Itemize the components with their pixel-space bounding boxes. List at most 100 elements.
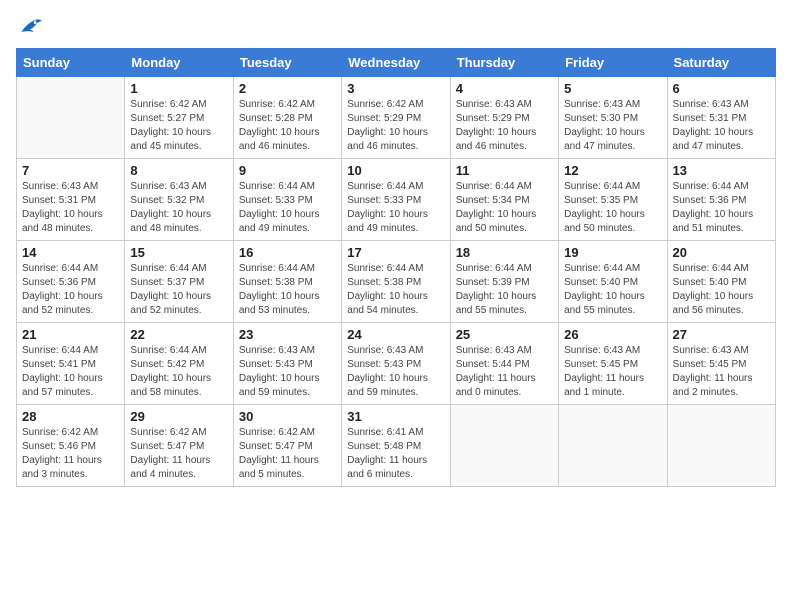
day-number: 9 (239, 163, 336, 178)
calendar-week-row: 7 Sunrise: 6:43 AM Sunset: 5:31 PM Daylig… (17, 159, 776, 241)
day-info: Sunrise: 6:44 AM Sunset: 5:39 PM Dayligh… (456, 262, 553, 318)
day-number: 7 (22, 163, 119, 178)
day-info: Sunrise: 6:41 AM Sunset: 5:48 PM Dayligh… (347, 426, 444, 482)
day-info: Sunrise: 6:42 AM Sunset: 5:28 PM Dayligh… (239, 98, 336, 154)
day-info: Sunrise: 6:44 AM Sunset: 5:34 PM Dayligh… (456, 180, 553, 236)
calendar-week-row: 21Sunrise: 6:44 AM Sunset: 5:41 PM Dayli… (17, 323, 776, 405)
calendar-table: SundayMondayTuesdayWednesdayThursdayFrid… (16, 48, 776, 487)
day-number: 3 (347, 81, 444, 96)
calendar-cell: 25 Sunrise: 6:43 AM Sunset: 5:44 PM Dayli… (450, 323, 558, 405)
page-header (16, 16, 776, 36)
day-info: Sunrise: 6:43 AM Sunset: 5:45 PM Dayligh… (673, 344, 770, 400)
day-number: 19 (564, 245, 661, 260)
logo (16, 16, 42, 36)
day-info: Sunrise: 6:43 AM Sunset: 5:31 PM Dayligh… (673, 98, 770, 154)
day-info: Sunrise: 6:44 AM Sunset: 5:42 PM Dayligh… (130, 344, 227, 400)
day-number: 30 (239, 409, 336, 424)
weekday-header-friday: Friday (559, 49, 667, 77)
day-number: 1 (130, 81, 227, 96)
day-number: 17 (347, 245, 444, 260)
calendar-cell: 28Sunrise: 6:42 AM Sunset: 5:46 PM Dayli… (17, 405, 125, 487)
day-info: Sunrise: 6:42 AM Sunset: 5:47 PM Dayligh… (239, 426, 336, 482)
day-number: 4 (456, 81, 553, 96)
day-number: 6 (673, 81, 770, 96)
calendar-week-row: 14 Sunrise: 6:44 AM Sunset: 5:36 PM Dayli… (17, 241, 776, 323)
day-info: Sunrise: 6:44 AM Sunset: 5:36 PM Dayligh… (22, 262, 119, 318)
day-info: Sunrise: 6:43 AM Sunset: 5:45 PM Dayligh… (564, 344, 661, 400)
calendar-cell: 8 Sunrise: 6:43 AM Sunset: 5:32 PM Daylig… (125, 159, 233, 241)
day-info: Sunrise: 6:44 AM Sunset: 5:33 PM Dayligh… (239, 180, 336, 236)
day-number: 24 (347, 327, 444, 342)
day-number: 16 (239, 245, 336, 260)
calendar-header-row: SundayMondayTuesdayWednesdayThursdayFrid… (17, 49, 776, 77)
day-number: 10 (347, 163, 444, 178)
calendar-cell: 12Sunrise: 6:44 AM Sunset: 5:35 PM Dayli… (559, 159, 667, 241)
calendar-cell: 4 Sunrise: 6:43 AM Sunset: 5:29 PM Daylig… (450, 77, 558, 159)
calendar-week-row: 1 Sunrise: 6:42 AM Sunset: 5:27 PM Daylig… (17, 77, 776, 159)
day-info: Sunrise: 6:44 AM Sunset: 5:40 PM Dayligh… (564, 262, 661, 318)
day-number: 14 (22, 245, 119, 260)
day-number: 11 (456, 163, 553, 178)
day-info: Sunrise: 6:42 AM Sunset: 5:27 PM Dayligh… (130, 98, 227, 154)
day-info: Sunrise: 6:44 AM Sunset: 5:36 PM Dayligh… (673, 180, 770, 236)
logo-bird-icon (18, 16, 42, 36)
calendar-cell: 2 Sunrise: 6:42 AM Sunset: 5:28 PM Daylig… (233, 77, 341, 159)
calendar-cell: 15 Sunrise: 6:44 AM Sunset: 5:37 PM Dayli… (125, 241, 233, 323)
day-info: Sunrise: 6:44 AM Sunset: 5:33 PM Dayligh… (347, 180, 444, 236)
day-info: Sunrise: 6:43 AM Sunset: 5:31 PM Dayligh… (22, 180, 119, 236)
day-number: 5 (564, 81, 661, 96)
day-number: 22 (130, 327, 227, 342)
calendar-cell (450, 405, 558, 487)
calendar-cell: 23 Sunrise: 6:43 AM Sunset: 5:43 PM Dayli… (233, 323, 341, 405)
weekday-header-monday: Monday (125, 49, 233, 77)
weekday-header-tuesday: Tuesday (233, 49, 341, 77)
calendar-cell: 31 Sunrise: 6:41 AM Sunset: 5:48 PM Dayli… (342, 405, 450, 487)
day-info: Sunrise: 6:43 AM Sunset: 5:44 PM Dayligh… (456, 344, 553, 400)
day-number: 23 (239, 327, 336, 342)
day-number: 26 (564, 327, 661, 342)
calendar-week-row: 28Sunrise: 6:42 AM Sunset: 5:46 PM Dayli… (17, 405, 776, 487)
calendar-cell: 6 Sunrise: 6:43 AM Sunset: 5:31 PM Daylig… (667, 77, 775, 159)
day-number: 29 (130, 409, 227, 424)
day-number: 8 (130, 163, 227, 178)
day-info: Sunrise: 6:44 AM Sunset: 5:41 PM Dayligh… (22, 344, 119, 400)
calendar-cell: 30 Sunrise: 6:42 AM Sunset: 5:47 PM Dayli… (233, 405, 341, 487)
calendar-cell: 16 Sunrise: 6:44 AM Sunset: 5:38 PM Dayli… (233, 241, 341, 323)
calendar-cell: 22 Sunrise: 6:44 AM Sunset: 5:42 PM Dayli… (125, 323, 233, 405)
calendar-cell: 1 Sunrise: 6:42 AM Sunset: 5:27 PM Daylig… (125, 77, 233, 159)
day-info: Sunrise: 6:43 AM Sunset: 5:30 PM Dayligh… (564, 98, 661, 154)
calendar-cell: 29 Sunrise: 6:42 AM Sunset: 5:47 PM Dayli… (125, 405, 233, 487)
day-info: Sunrise: 6:44 AM Sunset: 5:37 PM Dayligh… (130, 262, 227, 318)
calendar-cell: 9 Sunrise: 6:44 AM Sunset: 5:33 PM Daylig… (233, 159, 341, 241)
day-number: 27 (673, 327, 770, 342)
day-info: Sunrise: 6:44 AM Sunset: 5:38 PM Dayligh… (239, 262, 336, 318)
day-number: 2 (239, 81, 336, 96)
day-info: Sunrise: 6:43 AM Sunset: 5:43 PM Dayligh… (239, 344, 336, 400)
day-info: Sunrise: 6:44 AM Sunset: 5:40 PM Dayligh… (673, 262, 770, 318)
calendar-cell: 24 Sunrise: 6:43 AM Sunset: 5:43 PM Dayli… (342, 323, 450, 405)
calendar-cell: 14 Sunrise: 6:44 AM Sunset: 5:36 PM Dayli… (17, 241, 125, 323)
day-number: 12 (564, 163, 661, 178)
day-info: Sunrise: 6:42 AM Sunset: 5:47 PM Dayligh… (130, 426, 227, 482)
weekday-header-wednesday: Wednesday (342, 49, 450, 77)
calendar-cell (17, 77, 125, 159)
calendar-cell: 7 Sunrise: 6:43 AM Sunset: 5:31 PM Daylig… (17, 159, 125, 241)
day-info: Sunrise: 6:42 AM Sunset: 5:29 PM Dayligh… (347, 98, 444, 154)
calendar-cell: 26 Sunrise: 6:43 AM Sunset: 5:45 PM Dayli… (559, 323, 667, 405)
day-number: 15 (130, 245, 227, 260)
calendar-cell: 21Sunrise: 6:44 AM Sunset: 5:41 PM Dayli… (17, 323, 125, 405)
day-number: 25 (456, 327, 553, 342)
weekday-header-saturday: Saturday (667, 49, 775, 77)
calendar-cell: 13Sunrise: 6:44 AM Sunset: 5:36 PM Dayli… (667, 159, 775, 241)
day-info: Sunrise: 6:43 AM Sunset: 5:29 PM Dayligh… (456, 98, 553, 154)
day-info: Sunrise: 6:43 AM Sunset: 5:32 PM Dayligh… (130, 180, 227, 236)
day-info: Sunrise: 6:44 AM Sunset: 5:38 PM Dayligh… (347, 262, 444, 318)
calendar-cell: 17 Sunrise: 6:44 AM Sunset: 5:38 PM Dayli… (342, 241, 450, 323)
calendar-cell: 11 Sunrise: 6:44 AM Sunset: 5:34 PM Dayli… (450, 159, 558, 241)
day-number: 31 (347, 409, 444, 424)
calendar-cell: 19 Sunrise: 6:44 AM Sunset: 5:40 PM Dayli… (559, 241, 667, 323)
day-info: Sunrise: 6:43 AM Sunset: 5:43 PM Dayligh… (347, 344, 444, 400)
calendar-cell (667, 405, 775, 487)
calendar-cell (559, 405, 667, 487)
day-number: 18 (456, 245, 553, 260)
